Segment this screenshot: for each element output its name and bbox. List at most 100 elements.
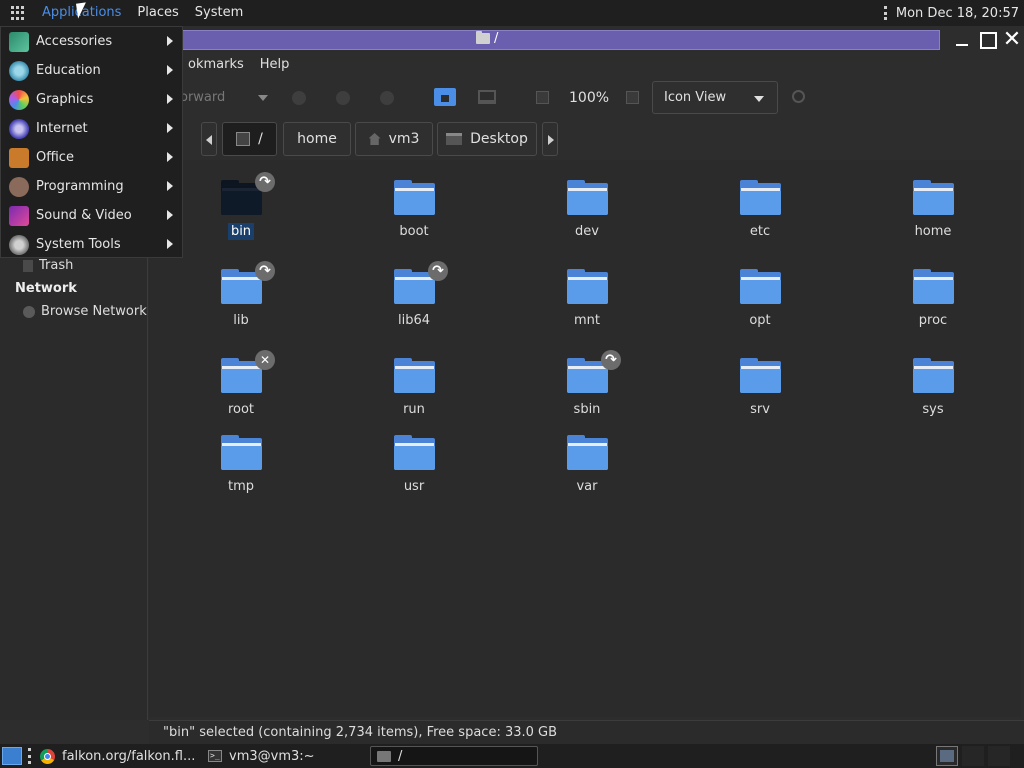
menu-item-sound-video[interactable]: Sound & Video: [1, 201, 183, 230]
folder-icon: [567, 180, 608, 215]
folder-label: lib64: [364, 313, 464, 328]
sidebar-item-browse-network[interactable]: Browse Network: [23, 304, 147, 319]
path-scroll-left-button[interactable]: [201, 122, 217, 156]
folder-item-tmp[interactable]: tmp: [191, 429, 291, 509]
zoom-out-icon[interactable]: [536, 91, 549, 104]
folder-label: proc: [883, 313, 983, 328]
menu-item-graphics[interactable]: Graphics: [1, 85, 183, 114]
mouse-cursor-icon: [76, 2, 88, 19]
menu-item-label: Programming: [36, 179, 124, 194]
maximize-button[interactable]: [978, 30, 998, 50]
chevron-right-icon: [167, 123, 173, 133]
crumb-vm3[interactable]: vm3: [355, 122, 433, 156]
education-icon: [9, 60, 29, 81]
folder-icon: [394, 358, 435, 393]
panel-handle-icon[interactable]: [883, 6, 888, 20]
clock[interactable]: Mon Dec 18, 20:57: [896, 6, 1019, 21]
folder-label: etc: [710, 224, 810, 239]
crumb-root-label: /: [258, 131, 263, 147]
home-folder-icon[interactable]: [434, 88, 456, 106]
task-file-manager[interactable]: /: [370, 746, 538, 766]
close-button[interactable]: ✕: [1002, 29, 1022, 51]
workspace-2-button[interactable]: [962, 746, 984, 766]
menu-item-education[interactable]: Education: [1, 56, 183, 85]
folder-item-opt[interactable]: opt: [710, 263, 810, 343]
crumb-desktop[interactable]: Desktop: [437, 122, 537, 156]
folder-item-sys[interactable]: sys: [883, 352, 983, 432]
show-desktop-button[interactable]: [2, 747, 22, 765]
chevron-right-icon: [167, 181, 173, 191]
zoom-in-icon[interactable]: [626, 91, 639, 104]
chevron-right-icon: [167, 65, 173, 75]
menu-item-accessories[interactable]: Accessories: [1, 27, 183, 56]
forward-history-arrow-icon[interactable]: [258, 95, 268, 101]
menu-item-label: Office: [36, 150, 74, 165]
drive-icon: [236, 132, 251, 146]
accessories-icon: [9, 31, 29, 52]
window-title-label: /: [494, 31, 499, 46]
menu-item-system-tools[interactable]: System Tools: [1, 230, 183, 259]
chevron-right-icon: [167, 239, 173, 249]
crumb-home[interactable]: home: [283, 122, 351, 156]
folder-item-run[interactable]: run: [364, 352, 464, 432]
home-icon: [368, 133, 381, 145]
zoom-level[interactable]: 100%: [569, 90, 609, 106]
chevron-right-icon: [167, 152, 173, 162]
forward-button[interactable]: orward: [180, 90, 225, 105]
up-icon[interactable]: [292, 91, 306, 105]
trash-icon: [23, 259, 33, 272]
folder-item-boot[interactable]: boot: [364, 174, 464, 254]
folder-name: run: [403, 402, 425, 417]
apps-grid-icon[interactable]: [11, 6, 25, 20]
folder-label: var: [537, 479, 637, 494]
system-tools-icon: [9, 234, 29, 255]
search-icon[interactable]: [792, 90, 805, 103]
folder-item-proc[interactable]: proc: [883, 263, 983, 343]
folder-icon: [377, 750, 391, 762]
workspace-3-button[interactable]: [988, 746, 1010, 766]
places-menu[interactable]: Places: [129, 0, 186, 26]
reload-icon[interactable]: [380, 91, 394, 105]
menu-item-internet[interactable]: Internet: [1, 114, 183, 143]
computer-icon[interactable]: [478, 90, 496, 104]
menu-bookmarks[interactable]: okmarks: [180, 54, 252, 76]
folder-item-bin[interactable]: bin: [191, 172, 291, 254]
folder-name: var: [576, 479, 598, 494]
path-scroll-right-button[interactable]: [542, 122, 558, 156]
folder-item-sbin[interactable]: sbin: [537, 350, 637, 432]
file-view[interactable]: bin boot dev etc home lib lib64 mnt opt proc root r…: [149, 160, 1021, 717]
chevron-right-icon: [167, 94, 173, 104]
menu-item-label: Internet: [36, 121, 88, 136]
workspace-1-button[interactable]: [936, 746, 958, 766]
folder-name: lib: [233, 313, 249, 328]
folder-icon: [913, 269, 954, 304]
menu-item-office[interactable]: Office: [1, 143, 183, 172]
folder-name: sbin: [573, 402, 601, 417]
task-terminal[interactable]: >_ vm3@vm3:~: [208, 746, 315, 766]
taskbar-handle-icon[interactable]: [28, 748, 32, 764]
folder-icon: [476, 31, 490, 44]
folder-item-usr[interactable]: usr: [364, 429, 464, 509]
sidebar-item-label: Browse Network: [41, 304, 147, 319]
folder-item-etc[interactable]: etc: [710, 174, 810, 254]
folder-item-var[interactable]: var: [537, 429, 637, 509]
task-browser[interactable]: falkon.org/falkon.fl...: [40, 746, 195, 766]
folder-item-dev[interactable]: dev: [537, 174, 637, 254]
folder-icon: [567, 435, 608, 470]
folder-item-root[interactable]: root: [191, 350, 291, 432]
sidebar-item-trash[interactable]: Trash: [23, 258, 73, 273]
title-strip[interactable]: [180, 30, 940, 50]
crumb-root[interactable]: /: [222, 122, 277, 156]
folder-item-srv[interactable]: srv: [710, 352, 810, 432]
folder-item-lib[interactable]: lib: [191, 261, 291, 343]
folder-item-home[interactable]: home: [883, 174, 983, 254]
view-mode-select[interactable]: Icon View: [652, 81, 778, 114]
minimize-button[interactable]: [952, 30, 972, 50]
stop-icon[interactable]: [336, 91, 350, 105]
menu-item-programming[interactable]: Programming: [1, 172, 183, 201]
folder-item-lib64[interactable]: lib64: [364, 261, 464, 343]
folder-item-mnt[interactable]: mnt: [537, 263, 637, 343]
folder-name: root: [227, 402, 255, 417]
system-menu[interactable]: System: [187, 0, 251, 26]
menu-help[interactable]: Help: [252, 54, 298, 76]
